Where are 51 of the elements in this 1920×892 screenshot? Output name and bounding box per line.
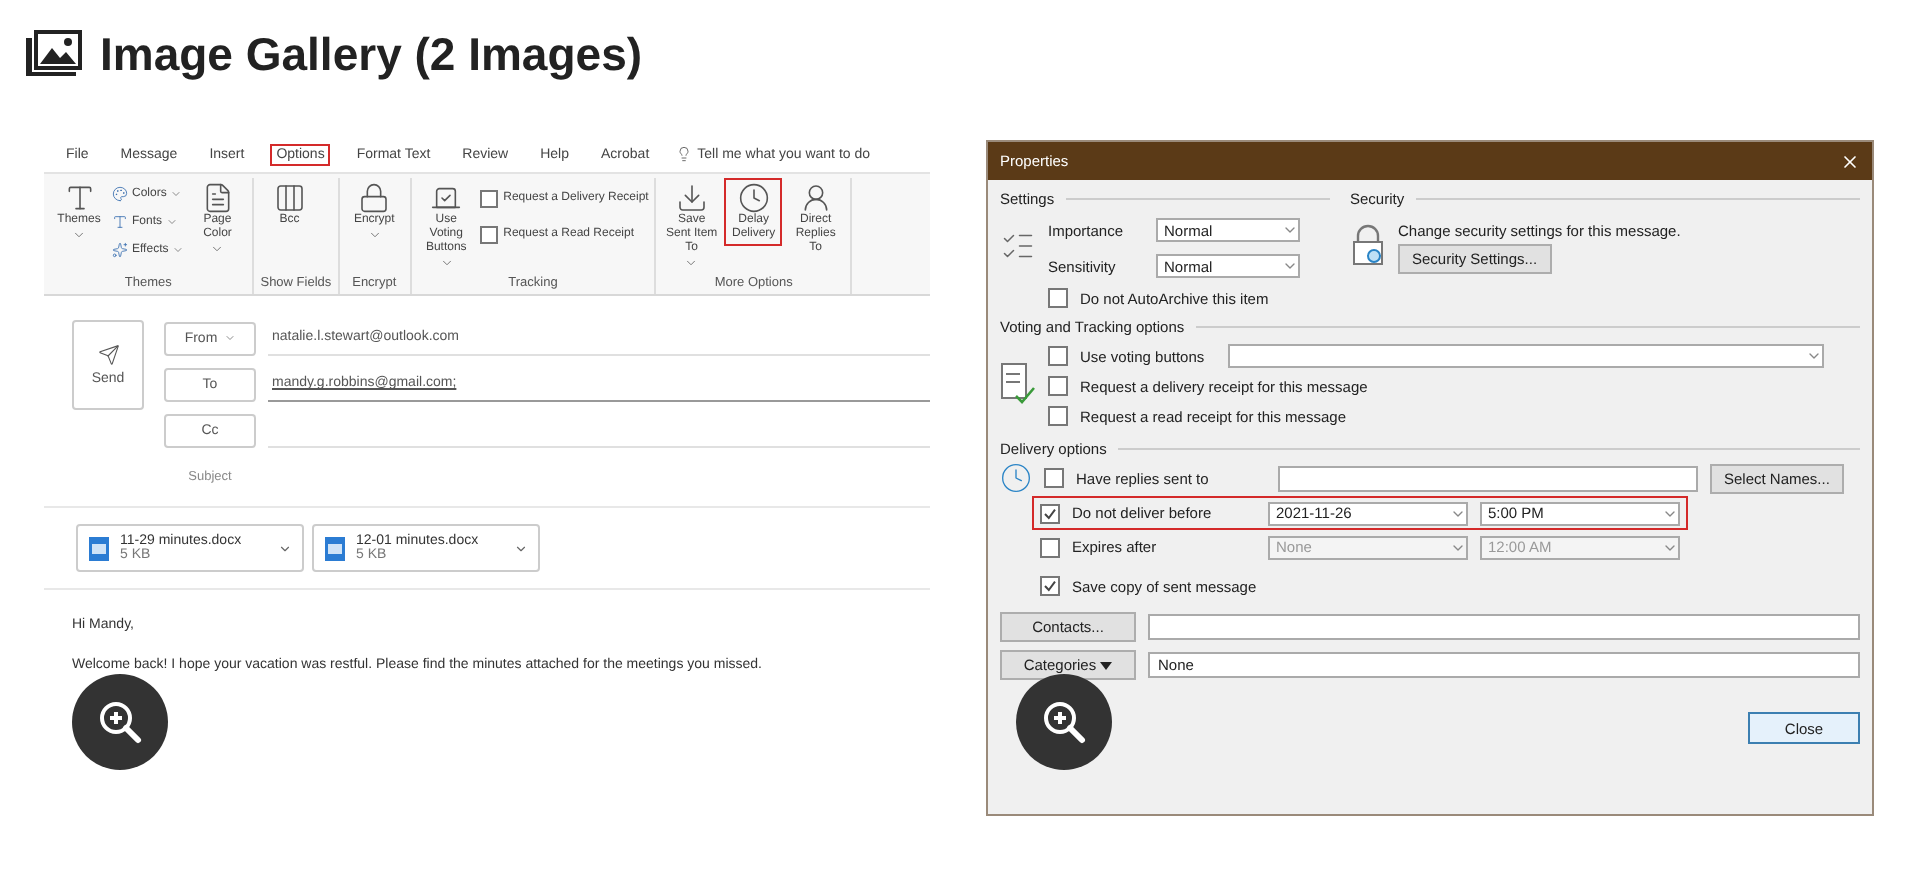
gallery-icon	[24, 30, 84, 78]
checkbox[interactable]	[479, 189, 498, 207]
caret-icon	[1282, 258, 1298, 274]
checkbox[interactable]	[1048, 288, 1068, 308]
text-style-icon	[63, 182, 95, 214]
caret-icon	[210, 241, 225, 256]
caret-icon	[172, 244, 185, 256]
person-icon	[799, 182, 832, 214]
document-icon	[324, 535, 346, 561]
zoom-in-icon	[1040, 698, 1088, 746]
sparkle-icon	[112, 242, 128, 258]
checkbox[interactable]	[1040, 576, 1060, 596]
checkbox[interactable]	[1044, 468, 1064, 488]
caret-icon	[1100, 662, 1113, 670]
send-icon	[97, 344, 119, 366]
checkbox[interactable]	[479, 225, 498, 243]
text-field[interactable]	[1148, 614, 1860, 640]
caret-icon	[1806, 348, 1823, 364]
checkbox[interactable]	[1040, 503, 1060, 523]
checkbox[interactable]	[1048, 406, 1068, 426]
font-icon	[112, 214, 128, 230]
dropdown[interactable]	[1228, 344, 1825, 368]
lock-icon	[358, 182, 391, 214]
caret-icon	[170, 188, 183, 200]
lightbulb-icon	[675, 146, 692, 162]
ballot-icon	[430, 182, 463, 214]
table-icon	[273, 182, 306, 214]
close-icon[interactable]	[1840, 151, 1860, 171]
caret-icon	[1282, 222, 1298, 238]
caret-icon	[72, 227, 86, 242]
text-field[interactable]	[1278, 465, 1698, 491]
zoom-in-icon	[96, 698, 144, 746]
document-icon	[88, 535, 110, 561]
page-icon	[201, 182, 234, 214]
caret-icon	[514, 541, 528, 555]
download-icon	[675, 182, 708, 214]
caret-icon	[166, 216, 179, 228]
clock-icon	[737, 182, 770, 214]
caret-icon	[439, 255, 454, 270]
gallery-title: Image Gallery (2 Images)	[100, 27, 643, 81]
caret-icon	[278, 541, 292, 555]
caret-icon	[367, 227, 382, 242]
lock-search-icon	[1350, 224, 1386, 268]
zoom-button[interactable]	[72, 674, 168, 770]
checklist-icon	[1000, 362, 1036, 406]
palette-icon	[112, 186, 128, 202]
caret-icon	[223, 332, 236, 344]
caret-icon	[684, 255, 699, 270]
clock-icon	[1000, 462, 1032, 494]
checkbox[interactable]	[1048, 376, 1068, 396]
checkbox[interactable]	[1048, 346, 1068, 366]
